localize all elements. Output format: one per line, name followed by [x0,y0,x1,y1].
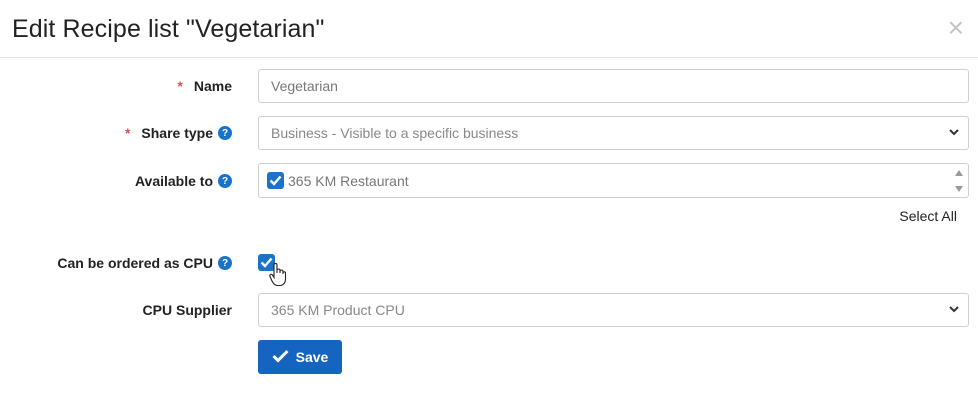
share-type-select[interactable]: Business - Visible to a specific busines… [258,116,969,150]
cpu-supplier-label: CPU Supplier [143,302,232,318]
dialog-header: Edit Recipe list "Vegetarian" × [0,0,978,58]
list-item-label: 365 KM Restaurant [288,172,409,189]
cpu-supplier-value: 365 KM Product CPU [271,302,405,318]
share-type-value: Business - Visible to a specific busines… [271,125,519,141]
dialog-title: Edit Recipe list "Vegetarian" [12,15,325,43]
scroll-up-icon[interactable] [955,170,963,176]
cpu-supplier-select[interactable]: 365 KM Product CPU [258,293,969,327]
name-field[interactable] [258,69,969,103]
available-to-label: Available to ? [135,173,232,189]
chevron-down-icon [948,125,960,139]
available-to-listbox[interactable]: 365 KM Restaurant [258,163,969,198]
name-label: * Name [177,78,232,94]
chevron-down-icon [948,302,960,316]
scroll-down-icon[interactable] [955,186,963,192]
name-label-text: Name [193,78,232,94]
save-button-label: Save [295,349,329,365]
cpu-orderable-label-text: Can be ordered as CPU [57,255,213,271]
select-all-link[interactable]: Select All [899,208,957,224]
share-type-label-text: Share type [141,125,213,141]
checkmark-icon [272,349,289,366]
question-circle-icon[interactable]: ? [218,256,232,270]
list-item[interactable]: 365 KM Restaurant [267,172,409,189]
question-circle-icon[interactable]: ? [218,126,232,140]
close-icon[interactable]: × [948,14,964,42]
name-input[interactable] [271,78,968,94]
required-mark: * [177,78,183,94]
save-button[interactable]: Save [258,340,342,374]
hand-cursor-icon [269,262,287,292]
share-type-label: * Share type ? [125,125,232,141]
question-circle-icon[interactable]: ? [218,174,232,188]
checkbox-checked[interactable] [267,172,284,189]
cpu-orderable-label: Can be ordered as CPU ? [57,255,232,271]
cpu-supplier-label-text: CPU Supplier [142,302,232,318]
available-to-label-text: Available to [134,173,213,189]
required-mark: * [124,125,131,141]
